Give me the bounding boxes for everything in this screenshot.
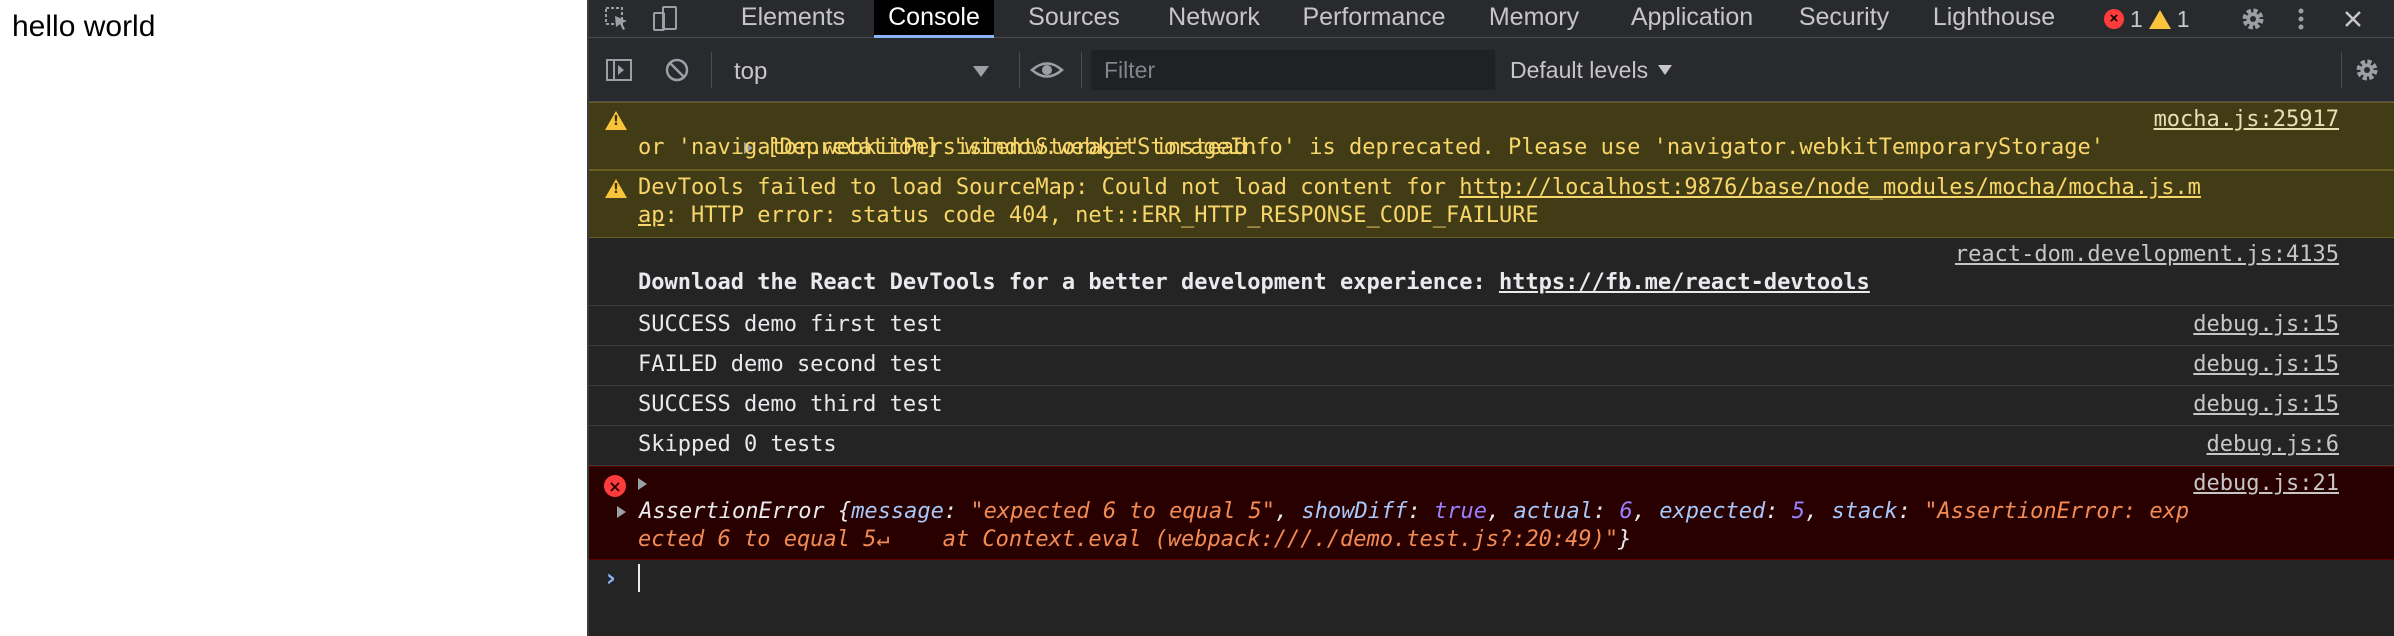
console-message-log: SUCCESS demo third test debug.js:15 bbox=[589, 386, 2394, 426]
toolbar-divider bbox=[1081, 52, 1082, 88]
console-message-log: SUCCESS demo first test debug.js:15 bbox=[589, 306, 2394, 346]
inspect-element-icon[interactable] bbox=[591, 0, 643, 38]
sidebar-toggle-icon[interactable] bbox=[593, 38, 645, 102]
warning-count-icon bbox=[2148, 9, 2171, 29]
warning-count: 1 bbox=[2176, 6, 2190, 32]
sourcemap-url[interactable]: http://localhost:9876/base/node_modules/… bbox=[1459, 175, 2201, 200]
react-devtools-link[interactable]: https://fb.me/react-devtools bbox=[1499, 270, 1870, 295]
warning-icon bbox=[605, 179, 627, 198]
source-link[interactable]: mocha.js:25917 bbox=[2154, 106, 2339, 134]
log-levels-dropdown[interactable]: Default levels bbox=[1510, 50, 1673, 90]
issues-badge[interactable]: × 1 1 bbox=[2104, 0, 2190, 38]
source-link[interactable]: debug.js:15 bbox=[2193, 351, 2339, 379]
message-text: Download the React DevTools for a better… bbox=[638, 270, 1499, 295]
tab-lighthouse[interactable]: Lighthouse bbox=[1919, 0, 2069, 38]
message-text: DevTools failed to load SourceMap: Could… bbox=[638, 175, 1460, 200]
chevron-down-icon bbox=[1658, 65, 1673, 75]
console-message-warning: [Deprecation] 'window.webkitStorageInfo'… bbox=[589, 102, 2394, 170]
source-link[interactable]: debug.js:21 bbox=[2193, 470, 2339, 498]
tab-elements[interactable]: Elements bbox=[733, 0, 853, 38]
context-label: top bbox=[734, 58, 768, 85]
source-link[interactable]: react-dom.development.js:4135 bbox=[1955, 241, 2339, 269]
tab-sources[interactable]: Sources bbox=[1014, 0, 1134, 38]
tab-network[interactable]: Network bbox=[1154, 0, 1274, 38]
console-message-log: Skipped 0 tests debug.js:6 bbox=[589, 426, 2394, 466]
warning-icon bbox=[605, 111, 627, 130]
message-text: SUCCESS demo first test bbox=[638, 312, 943, 337]
error-count: 1 bbox=[2130, 6, 2143, 32]
clear-console-icon[interactable] bbox=[651, 38, 703, 102]
console-message-log: FAILED demo second test debug.js:15 bbox=[589, 346, 2394, 386]
more-vertical-icon[interactable] bbox=[2275, 0, 2327, 38]
console-settings-gear-icon[interactable] bbox=[2341, 38, 2393, 102]
live-expression-eye-icon[interactable] bbox=[1021, 38, 1073, 102]
message-text: SUCCESS demo third test bbox=[638, 392, 943, 417]
sourcemap-url-continued[interactable]: ap bbox=[638, 203, 665, 228]
filter-input[interactable] bbox=[1091, 50, 1495, 90]
message-text-continued: : HTTP error: status code 404, net::ERR_… bbox=[664, 203, 1539, 228]
tab-performance[interactable]: Performance bbox=[1289, 0, 1459, 38]
tab-console[interactable]: Console bbox=[874, 0, 994, 38]
close-icon[interactable] bbox=[2327, 0, 2379, 38]
console-message-info: react-dom.development.js:4135 Download t… bbox=[589, 238, 2394, 306]
log-levels-label: Default levels bbox=[1510, 57, 1649, 83]
tab-security[interactable]: Security bbox=[1784, 0, 1904, 38]
page-text: hello world bbox=[12, 10, 156, 43]
source-link[interactable]: debug.js:15 bbox=[2193, 391, 2339, 419]
gear-icon[interactable] bbox=[2227, 0, 2279, 38]
tab-application[interactable]: Application bbox=[1612, 0, 1772, 38]
toolbar-divider bbox=[1019, 52, 1020, 88]
console-message-error: × debug.js:21 AssertionError {message: "… bbox=[589, 466, 2394, 560]
source-link[interactable]: debug.js:15 bbox=[2193, 311, 2339, 339]
message-text: Skipped 0 tests bbox=[638, 432, 837, 457]
console-toolbar: top Default levels bbox=[589, 38, 2394, 102]
source-link[interactable]: debug.js:6 bbox=[2207, 431, 2339, 459]
device-toolbar-icon[interactable] bbox=[639, 0, 691, 38]
devtools-panel: Elements Console Sources Network Perform… bbox=[587, 0, 2394, 636]
tab-memory[interactable]: Memory bbox=[1469, 0, 1599, 38]
console-output: [Deprecation] 'window.webkitStorageInfo'… bbox=[589, 102, 2394, 636]
error-object-line[interactable]: AssertionError {message: "expected 6 to … bbox=[617, 498, 2189, 526]
console-prompt-icon: › bbox=[606, 564, 616, 592]
page-viewport: hello world bbox=[0, 0, 587, 636]
message-text-continued: or 'navigator.webkitPersistentStorage' i… bbox=[638, 135, 1261, 160]
error-icon: × bbox=[604, 475, 626, 497]
expand-triangle-icon[interactable] bbox=[617, 506, 626, 518]
expand-triangle-icon[interactable] bbox=[638, 478, 647, 490]
chevron-down-icon bbox=[973, 66, 989, 77]
devtools-tabbar: Elements Console Sources Network Perform… bbox=[589, 0, 2394, 38]
context-selector[interactable]: top bbox=[724, 50, 1009, 90]
console-message-warning: DevTools failed to load SourceMap: Could… bbox=[589, 170, 2394, 238]
error-count-icon: × bbox=[2104, 9, 2124, 29]
message-text: FAILED demo second test bbox=[638, 352, 943, 377]
error-object-line-continued: ected 6 to equal 5↵ at Context.eval (web… bbox=[638, 527, 1632, 552]
toolbar-divider bbox=[711, 52, 712, 88]
console-input[interactable] bbox=[638, 564, 640, 592]
